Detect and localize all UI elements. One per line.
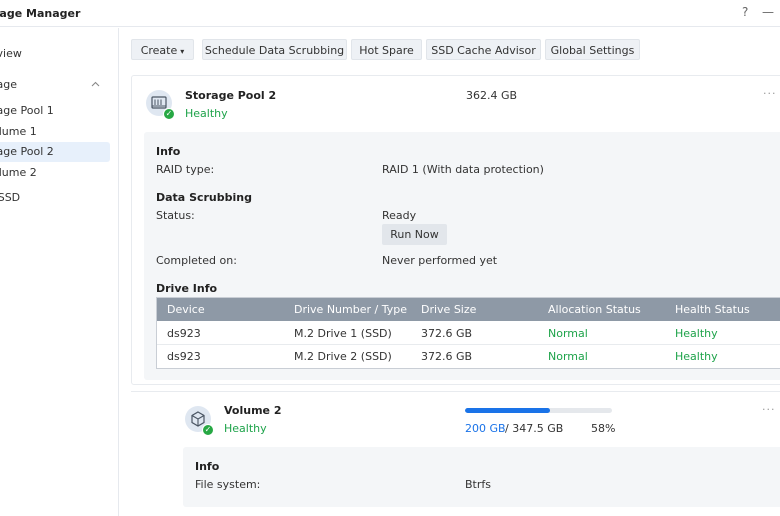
app-title: rage Manager — [0, 7, 81, 20]
global-settings-button[interactable]: Global Settings — [545, 39, 640, 60]
check-badge-icon: ✓ — [202, 424, 214, 436]
drive-info-header: Drive Info — [156, 282, 218, 295]
check-badge-icon: ✓ — [163, 108, 175, 120]
info-header: Info — [156, 145, 181, 158]
data-scrubbing-header: Data Scrubbing — [156, 191, 252, 204]
create-button[interactable]: Create ▾ — [131, 39, 194, 60]
dropdown-caret-icon: ▾ — [180, 47, 185, 56]
volume-used: 200 GB — [465, 422, 506, 435]
volume-usage-fill — [465, 408, 551, 413]
column-device[interactable]: Device — [167, 303, 205, 316]
table-header: Device Drive Number / Type Drive Size Al… — [157, 298, 780, 321]
table-row[interactable]: ds923 M.2 Drive 1 (SSD) 372.6 GB Normal … — [157, 322, 780, 345]
sidebar-item-label: /SSD — [0, 191, 21, 204]
schedule-data-scrubbing-button[interactable]: Schedule Data Scrubbing — [202, 39, 347, 60]
create-button-label: Create — [140, 44, 178, 57]
more-icon[interactable]: ··· — [763, 87, 777, 100]
allocation-status-cell: Normal — [548, 327, 588, 340]
chevron-up-icon[interactable] — [91, 75, 100, 95]
title-bar: rage Manager ? — — [0, 0, 780, 27]
ssd-cache-advisor-button[interactable]: SSD Cache Advisor — [426, 39, 541, 60]
storage-pool-card[interactable]: ✓ Storage Pool 2 Healthy 362.4 GB ··· In… — [131, 75, 780, 385]
sidebar-item-label: olume 2 — [0, 166, 37, 179]
drive-info-table: Device Drive Number / Type Drive Size Al… — [156, 297, 780, 369]
sidebar-item-label: rage Pool 2 — [0, 145, 54, 158]
device-cell: ds923 — [167, 327, 201, 340]
more-icon[interactable]: ··· — [762, 403, 776, 416]
file-system-label: File system: — [195, 478, 261, 491]
sidebar-item-label: rage — [0, 78, 18, 91]
volume-usage-bar — [465, 408, 612, 413]
status-label: Status: — [156, 209, 195, 222]
sidebar-item-storage-pool-1[interactable]: rage Pool 1 — [0, 101, 110, 121]
pool-detail: Info RAID type: RAID 1 (With data protec… — [144, 132, 780, 380]
volume-name: Volume 2 — [224, 404, 282, 417]
main-panel: ✓ Storage Pool 2 Healthy 362.4 GB ··· In… — [131, 75, 780, 516]
volume-total: / 347.5 GB — [505, 422, 564, 435]
volume-status: Healthy — [224, 422, 267, 435]
volume-info-header: Info — [195, 460, 220, 473]
drive-size-cell: 372.6 GB — [421, 350, 473, 363]
column-drive-size[interactable]: Drive Size — [421, 303, 476, 316]
hot-spare-button[interactable]: Hot Spare — [351, 39, 422, 60]
completed-on-value: Never performed yet — [382, 254, 498, 267]
volume-percent: 58% — [591, 422, 616, 435]
volume-card[interactable]: ✓ Volume 2 Healthy 200 GB / 347.5 GB 58%… — [131, 391, 780, 516]
sidebar: rview rage rage Pool 1 olume 1 rage Pool… — [0, 28, 119, 516]
completed-on-label: Completed on: — [156, 254, 237, 267]
pool-size: 362.4 GB — [466, 89, 518, 102]
pool-status: Healthy — [185, 107, 228, 120]
status-value: Ready — [382, 209, 417, 222]
sidebar-item-label: olume 1 — [0, 125, 37, 138]
allocation-status-cell: Normal — [548, 350, 588, 363]
device-cell: ds923 — [167, 350, 201, 363]
sidebar-item-volume-2[interactable]: olume 2 — [0, 163, 110, 183]
help-button[interactable]: ? — [742, 5, 748, 19]
sidebar-item-storage-pool-2[interactable]: rage Pool 2 — [0, 142, 110, 162]
drive-number-cell: M.2 Drive 1 (SSD) — [294, 327, 392, 340]
pool-name: Storage Pool 2 — [185, 89, 277, 102]
sidebar-item-hdd-ssd[interactable]: /SSD — [0, 188, 110, 208]
column-health-status[interactable]: Health Status — [675, 303, 750, 316]
volume-detail: Info File system: Btrfs — [183, 447, 780, 507]
run-now-button[interactable]: Run Now — [382, 224, 447, 245]
column-allocation-status[interactable]: Allocation Status — [548, 303, 641, 316]
health-status-cell: Healthy — [675, 350, 718, 363]
drive-number-cell: M.2 Drive 2 (SSD) — [294, 350, 392, 363]
column-drive-number[interactable]: Drive Number / Type — [294, 303, 407, 316]
drive-size-cell: 372.6 GB — [421, 327, 473, 340]
raid-type-label: RAID type: — [156, 163, 215, 176]
sidebar-item-label: rage Pool 1 — [0, 104, 54, 117]
minimize-button[interactable]: — — [762, 5, 774, 19]
sidebar-item-volume-1[interactable]: olume 1 — [0, 122, 110, 142]
sidebar-item-storage[interactable]: rage — [0, 75, 110, 95]
health-status-cell: Healthy — [675, 327, 718, 340]
table-row[interactable]: ds923 M.2 Drive 2 (SSD) 372.6 GB Normal … — [157, 345, 780, 368]
sidebar-item-overview[interactable]: rview — [0, 44, 110, 64]
file-system-value: Btrfs — [465, 478, 491, 491]
raid-type-value: RAID 1 (With data protection) — [382, 163, 544, 176]
sidebar-item-label: rview — [0, 47, 22, 60]
